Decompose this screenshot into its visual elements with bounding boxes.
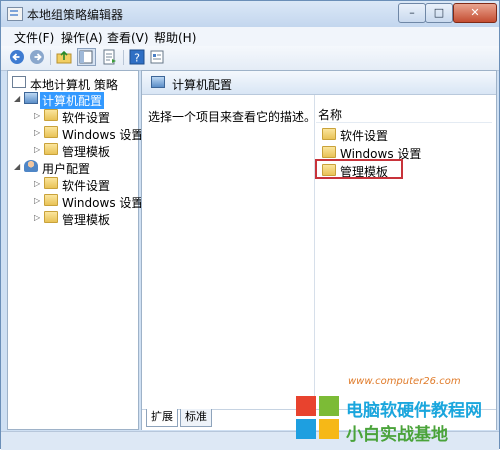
user-icon (24, 160, 38, 172)
menu-help[interactable]: 帮助(H) (154, 29, 196, 46)
tree-item-root[interactable]: 本地计算机 策略 (12, 75, 136, 92)
folder-icon (44, 211, 58, 223)
tree-item-windows-settings[interactable]: ▷ Windows 设置 (34, 125, 143, 142)
collapse-triangle-icon[interactable]: ◢ (14, 94, 22, 104)
folder-icon (44, 177, 58, 189)
svg-text:?: ? (134, 52, 140, 65)
description-text: 选择一个项目来查看它的描述。 (148, 110, 317, 124)
tree-item-label: 用户配置 (42, 162, 91, 176)
policy-document-icon (12, 76, 26, 88)
window-title: 本地组策略编辑器 (27, 8, 124, 22)
detail-header-title: 计算机配置 (172, 78, 233, 92)
expand-triangle-icon[interactable]: ▷ (34, 213, 42, 223)
tree-item-admin-templates[interactable]: ▷ 管理模板 (34, 142, 134, 159)
properties-icon[interactable] (149, 49, 165, 65)
expand-triangle-icon[interactable]: ▷ (34, 128, 42, 138)
expand-triangle-icon[interactable]: ▷ (34, 196, 42, 206)
toolbar: ? (1, 46, 499, 71)
column-header-divider (316, 122, 492, 123)
tree-item-computer-config[interactable]: ◢ 计算机配置 (14, 91, 134, 109)
tree-pane[interactable]: 本地计算机 策略 ◢ 计算机配置 ▷ 软件设置 ▷ Windows 设置 ▷ 管… (7, 70, 143, 430)
detail-header: 计算机配置 (142, 71, 496, 95)
tree-item-software-settings[interactable]: ▷ 软件设置 (34, 176, 134, 193)
menu-view[interactable]: 查看(V) (107, 29, 149, 46)
close-button[interactable]: ✕ (453, 3, 497, 23)
tree-item-label: Windows 设置 (62, 196, 144, 210)
list-item-windows-settings[interactable]: Windows 设置 (322, 144, 442, 161)
forward-arrow-icon[interactable] (29, 49, 45, 65)
list-item-label: 软件设置 (340, 129, 389, 143)
menu-action[interactable]: 操作(A) (61, 29, 103, 46)
folder-icon (44, 109, 58, 121)
menu-file[interactable]: 文件(F) (14, 29, 54, 46)
folder-icon (44, 194, 58, 206)
minimize-button[interactable]: – (398, 3, 426, 23)
tree-item-label: 软件设置 (62, 111, 111, 125)
watermark: www.computer26.com 电脑软硬件教程网 小白实战基地 (296, 376, 496, 448)
watermark-url: www.computer26.com (348, 376, 461, 387)
tab-extended[interactable]: 扩展 (146, 409, 178, 427)
tree-item-user-config[interactable]: ◢ 用户配置 (14, 159, 134, 176)
menu-bar: 文件(F) 操作(A) 查看(V) 帮助(H) (1, 27, 499, 46)
title-bar[interactable]: 本地组策略编辑器 – □ ✕ (1, 1, 499, 27)
folder-icon (322, 128, 336, 140)
toolbar-separator (50, 50, 51, 65)
tree-item-label: 软件设置 (62, 179, 111, 193)
maximize-button[interactable]: □ (425, 3, 453, 23)
toolbar-separator (123, 50, 124, 65)
back-arrow-icon[interactable] (9, 49, 25, 65)
folder-icon (44, 126, 58, 138)
tab-standard[interactable]: 标准 (180, 409, 212, 427)
computer-icon (24, 92, 38, 104)
list-item-software-settings[interactable]: 软件设置 (322, 126, 442, 143)
tree-item-label: 管理模板 (62, 213, 111, 227)
export-list-icon[interactable] (102, 49, 118, 65)
expand-triangle-icon[interactable]: ▷ (34, 111, 42, 121)
folder-icon (44, 143, 58, 155)
tree-item-label: 计算机配置 (40, 92, 105, 109)
red-highlight-box (315, 159, 403, 179)
tree-item-software-settings[interactable]: ▷ 软件设置 (34, 108, 134, 125)
tree-item-label: 管理模板 (62, 145, 111, 159)
up-folder-icon[interactable] (56, 49, 72, 65)
watermark-subtitle: 小白实战基地 (346, 425, 448, 445)
tree-item-admin-templates[interactable]: ▷ 管理模板 (34, 210, 134, 227)
app-icon (7, 7, 23, 21)
help-icon[interactable]: ? (129, 49, 145, 65)
computer-icon (151, 76, 165, 88)
expand-triangle-icon[interactable]: ▷ (34, 179, 42, 189)
folder-icon (322, 146, 336, 158)
windows-logo-icon (296, 396, 340, 440)
collapse-triangle-icon[interactable]: ◢ (14, 162, 22, 172)
column-header-name[interactable]: 名称 (318, 106, 342, 123)
show-hide-tree-icon[interactable] (77, 48, 96, 66)
expand-triangle-icon[interactable]: ▷ (34, 145, 42, 155)
watermark-title: 电脑软硬件教程网 (346, 401, 482, 421)
tree-item-label: Windows 设置 (62, 128, 144, 142)
tree-item-windows-settings[interactable]: ▷ Windows 设置 (34, 193, 143, 210)
column-divider (314, 95, 315, 405)
